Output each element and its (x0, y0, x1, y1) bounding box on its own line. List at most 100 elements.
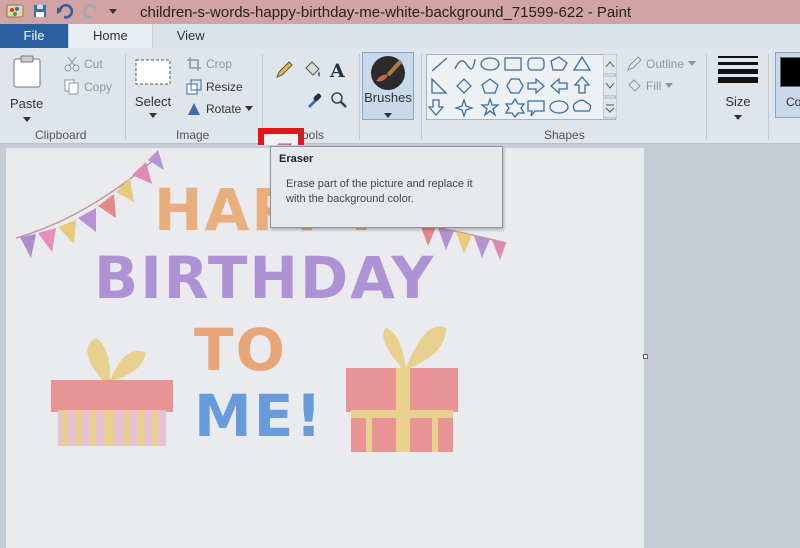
rectangle-shape-icon (504, 57, 522, 71)
canvas-resize-handle[interactable] (643, 354, 648, 359)
brushes-dropdown-icon[interactable] (384, 113, 392, 119)
color1-label: Co (786, 95, 800, 109)
triangle-shape-icon (572, 55, 592, 71)
select-button[interactable]: Select (134, 58, 172, 119)
resize-icon (186, 79, 202, 95)
tab-view[interactable]: View (153, 24, 229, 48)
save-icon[interactable] (32, 3, 48, 22)
cut-button[interactable]: Cut (64, 56, 103, 72)
fill-bucket-icon (628, 79, 641, 92)
gift-box-left (51, 338, 173, 446)
size-label: Size (725, 94, 751, 109)
bunting-left (15, 150, 164, 258)
ribbon-divider (125, 54, 126, 140)
pencil-icon (276, 61, 293, 78)
tools-group-label: Tools (296, 128, 325, 142)
ribbon: Paste Cut Copy Clipboard Select Crop Res… (0, 48, 800, 174)
redo-icon[interactable] (82, 3, 100, 22)
color-picker-tool[interactable] (305, 91, 323, 109)
outline-button[interactable]: Outline (626, 56, 697, 72)
eyedropper-icon (308, 93, 322, 108)
art-text-to: TO (194, 316, 287, 384)
brushes-button[interactable]: Brushes (362, 52, 414, 120)
rotate-icon (188, 103, 200, 115)
shapes-scrollbar[interactable] (602, 53, 618, 120)
text-tool[interactable]: A (330, 60, 345, 82)
tooltip-description: Erase part of the picture and replace it… (286, 178, 473, 205)
undo-icon[interactable] (56, 3, 74, 22)
polygon-shape-icon (550, 56, 568, 71)
rounded-rectangle-shape-icon (527, 57, 545, 71)
art-text-me: ME! (194, 382, 324, 450)
brush-icon (371, 56, 405, 90)
paste-button[interactable]: Paste (10, 54, 43, 123)
color1-swatch (780, 57, 800, 87)
size-dropdown-icon[interactable] (734, 115, 742, 121)
pencil-tool[interactable] (274, 60, 294, 80)
callout-rect-shape-icon (527, 100, 545, 117)
paint-bucket-icon (305, 61, 320, 77)
ribbon-divider (421, 54, 422, 140)
ribbon-divider (359, 54, 360, 140)
paste-dropdown-icon[interactable] (22, 117, 31, 123)
fill-dropdown-icon[interactable] (665, 83, 674, 89)
magnifier-tool[interactable] (330, 91, 348, 109)
diamond-shape-icon (456, 78, 472, 94)
art-text-birthday: BIRTHDAY (94, 244, 436, 312)
crop-label: Crop (206, 57, 233, 71)
outline-dropdown-icon[interactable] (688, 61, 697, 67)
tab-home[interactable]: Home (68, 24, 153, 48)
fill-label: Fill (646, 79, 662, 93)
copy-button[interactable]: Copy (64, 79, 112, 95)
text-a-icon: A (330, 60, 345, 82)
outline-label: Outline (646, 57, 685, 71)
clipboard-group-label: Clipboard (35, 128, 87, 142)
crop-icon (187, 57, 201, 71)
select-rectangle-icon (135, 59, 171, 85)
crop-button[interactable]: Crop (186, 56, 232, 72)
callout-cloud-shape-icon (572, 99, 592, 112)
copy-label: Copy (84, 80, 113, 94)
arrow-right-shape-icon (527, 77, 545, 95)
copy-icon (64, 79, 79, 95)
tab-file[interactable]: File (0, 24, 68, 48)
ribbon-tabs: File Home View (0, 24, 800, 48)
brushes-label: Brushes (364, 90, 412, 106)
customize-toolbar-chevron-icon[interactable] (108, 5, 118, 19)
scissors-icon (64, 56, 80, 72)
shapes-gallery-icons (427, 55, 592, 119)
select-label: Select (134, 94, 172, 109)
size-button[interactable]: Size (716, 54, 760, 121)
shapes-gallery (426, 54, 616, 120)
shapes-group-label: Shapes (544, 128, 585, 142)
paste-label: Paste (10, 96, 44, 111)
arrow-up-shape-icon (573, 76, 591, 94)
title-bar: children-s-words-happy-birthday-me-white… (0, 0, 800, 24)
gift-box-right (346, 326, 458, 452)
rotate-dropdown-icon[interactable] (245, 106, 254, 112)
ribbon-divider (706, 54, 707, 140)
star4-shape-icon (453, 97, 475, 119)
image-group-label: Image (176, 128, 210, 142)
paint-app-icon (6, 3, 24, 22)
line-size-icon (718, 56, 758, 83)
star5-shape-icon (480, 96, 500, 117)
magnifier-icon (331, 92, 347, 108)
quick-access-toolbar (0, 3, 140, 22)
fill-tool[interactable] (302, 60, 322, 80)
resize-button[interactable]: Resize (186, 79, 243, 95)
pentagon-shape-icon (481, 78, 499, 94)
window-title: children-s-words-happy-birthday-me-white… (140, 3, 632, 21)
cut-label: Cut (84, 57, 103, 71)
tooltip-title: Eraser (279, 153, 314, 165)
color1-button[interactable]: Co (775, 52, 800, 118)
arrow-left-shape-icon (550, 77, 568, 95)
eraser-tooltip: Eraser Erase part of the picture and rep… (270, 146, 503, 228)
fill-button[interactable]: Fill (626, 78, 674, 94)
select-dropdown-icon[interactable] (149, 113, 157, 119)
curve-shape-icon (454, 58, 476, 70)
rotate-button[interactable]: Rotate (186, 101, 254, 117)
right-triangle-shape-icon (431, 77, 448, 94)
star6-shape-icon (504, 97, 526, 119)
hexagon-shape-icon (506, 78, 524, 94)
